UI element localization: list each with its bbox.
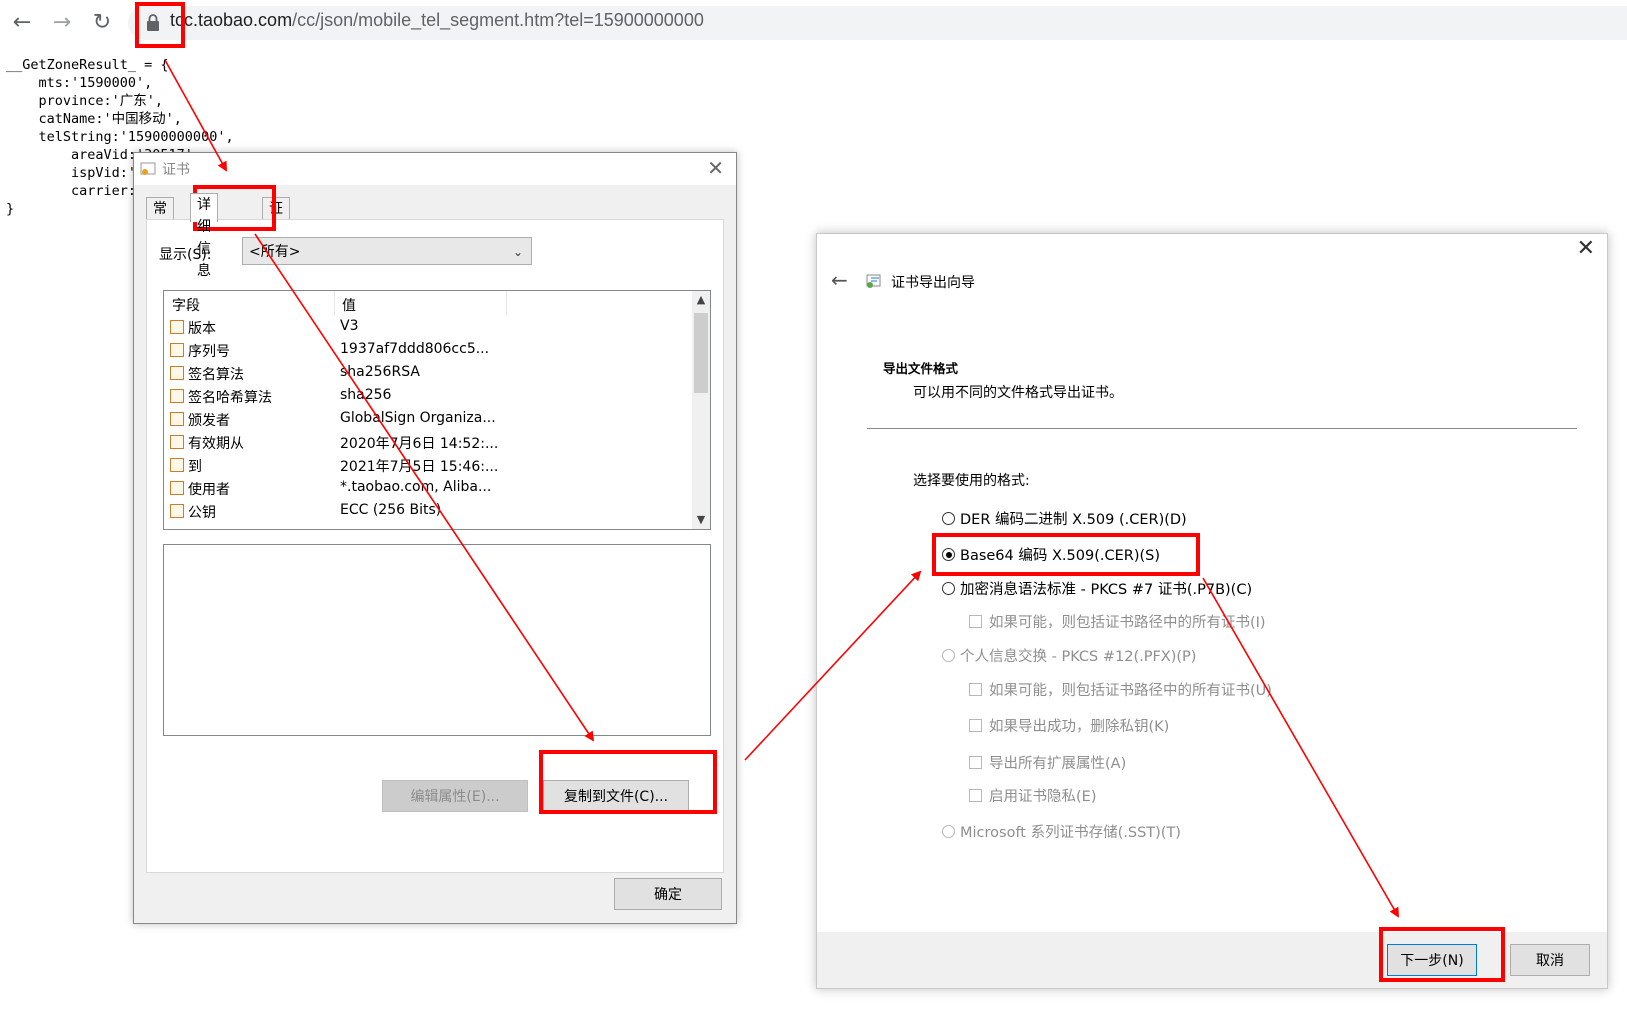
- annotation-arrows: [164, 59, 1399, 918]
- arrow-details-to-copy: [254, 233, 595, 742]
- arrow-base64-to-next: [1202, 577, 1399, 918]
- arrow-lock-to-details: [164, 59, 227, 172]
- arrow-copy-to-base64: [744, 570, 922, 761]
- tab-details[interactable]: 详细信息: [190, 193, 218, 279]
